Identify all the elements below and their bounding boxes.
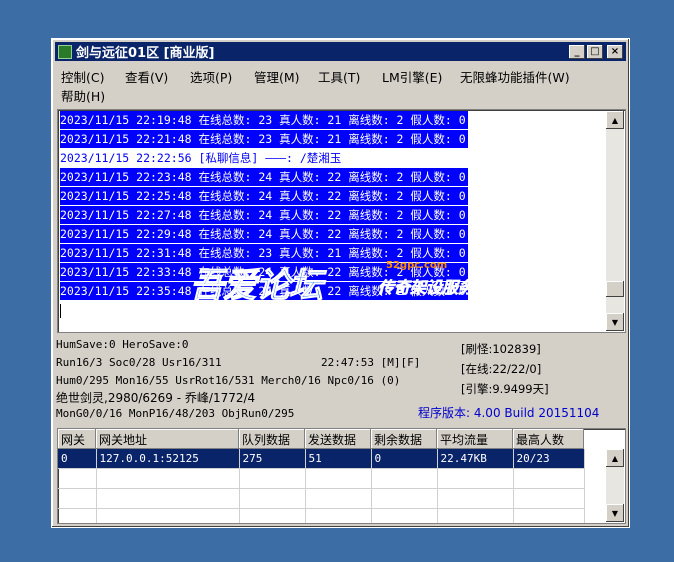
status-mon: MonG0/0/16 MonP16/48/203 ObjRun0/295 <box>56 407 295 420</box>
menu-bar: 控制(C) 查看(V) 选项(P) 管理(M) 工具(T) LM引擎(E) 无限… <box>55 63 626 105</box>
table-row-empty <box>58 468 585 489</box>
app-icon <box>58 44 72 59</box>
status-time: 22:47:53 [M][F] <box>321 356 421 369</box>
log-panel[interactable]: 2023/11/15 22:19:48 在线总数: 23 真人数: 21 离线数… <box>57 109 626 333</box>
col-gateway[interactable]: 网关 <box>58 429 96 449</box>
status-area: HumSave:0 HeroSave:0 Run16/3 Soc0/28 Usr… <box>56 335 627 425</box>
status-player: 绝世剑灵,2980/6269 - 乔峰/1772/4 <box>56 391 256 405</box>
maximize-button[interactable]: □ <box>587 44 603 59</box>
scroll-thumb[interactable] <box>606 281 624 297</box>
minimize-button[interactable]: _ <box>569 44 585 59</box>
cell-queue: 275 <box>239 449 306 469</box>
log-line: 2023/11/15 22:25:48 在线总数: 24 真人数: 22 离线数… <box>60 187 468 205</box>
menu-plugins[interactable]: 无限蜂功能插件(W) <box>460 67 570 86</box>
menu-control[interactable]: 控制(C) <box>61 67 104 86</box>
status-run: Run16/3 Soc0/28 Usr16/311 <box>56 356 222 369</box>
log-line: 2023/11/15 22:33:48 在线总数: 24 真人数: 22 离线数… <box>60 263 468 281</box>
main-window: 剑与远征01区 [商业版] _ □ × 控制(C) 查看(V) 选项(P) 管理… <box>51 38 630 528</box>
title-bar[interactable]: 剑与远征01区 [商业版] _ □ × <box>55 42 626 61</box>
menu-manage[interactable]: 管理(M) <box>254 67 300 86</box>
table-header-row: 网关 网关地址 队列数据 发送数据 剩余数据 平均流量 最高人数 <box>58 429 584 449</box>
col-avg-traffic[interactable]: 平均流量 <box>437 429 513 449</box>
window-title: 剑与远征01区 [商业版] <box>76 46 215 61</box>
status-save: HumSave:0 HeroSave:0 <box>56 338 189 351</box>
log-line: 2023/11/15 22:19:48 在线总数: 23 真人数: 21 离线数… <box>60 111 468 129</box>
log-line: 2023/11/15 22:31:48 在线总数: 23 真人数: 21 离线数… <box>60 244 468 262</box>
log-line: 2023/11/15 22:35:48 在线总数: 24 真人数: 22 离线数… <box>60 282 468 300</box>
table-row-empty <box>58 508 585 523</box>
engine-counter: [引擎:9.9499天] <box>461 382 549 396</box>
cell-remaining: 0 <box>371 449 438 469</box>
log-line-private-message: 2023/11/15 22:22:56 [私聊信息] ———: /楚湘玉 <box>60 149 344 167</box>
text-cursor <box>60 304 61 318</box>
gateway-table[interactable]: 网关 网关地址 队列数据 发送数据 剩余数据 平均流量 最高人数 0 127.0… <box>57 428 626 524</box>
log-line: 2023/11/15 22:29:48 在线总数: 24 真人数: 22 离线数… <box>60 225 468 243</box>
scroll-up-icon[interactable]: ▲ <box>606 111 624 129</box>
status-hum: Hum0/295 Mon16/55 UsrRot16/531 Merch0/16… <box>56 374 401 387</box>
cell-sent: 51 <box>305 449 372 469</box>
col-max-users[interactable]: 最高人数 <box>513 429 584 449</box>
table-scrollbar[interactable]: ▲ ▼ <box>606 449 624 522</box>
menu-help[interactable]: 帮助(H) <box>61 86 105 105</box>
log-line: 2023/11/15 22:21:48 在线总数: 23 真人数: 21 离线数… <box>60 130 468 148</box>
menu-view[interactable]: 查看(V) <box>125 67 168 86</box>
cell-address: 127.0.0.1:52125 <box>96 449 240 469</box>
online-counter: [在线:22/22/0] <box>461 362 542 376</box>
close-button[interactable]: × <box>607 44 623 59</box>
col-address[interactable]: 网关地址 <box>96 429 239 449</box>
log-line: 2023/11/15 22:23:48 在线总数: 24 真人数: 22 离线数… <box>60 168 468 186</box>
table-row[interactable]: 0 127.0.0.1:52125 275 51 0 22.47KB 20/23 <box>58 449 585 469</box>
scroll-up-icon[interactable]: ▲ <box>606 449 624 467</box>
cell-gateway: 0 <box>58 449 97 469</box>
col-remaining[interactable]: 剩余数据 <box>371 429 437 449</box>
col-queue[interactable]: 队列数据 <box>239 429 305 449</box>
log-scrollbar[interactable]: ▲ ▼ <box>606 111 624 331</box>
cell-max-users: 20/23 <box>513 449 585 469</box>
menu-lm-engine[interactable]: LM引擎(E) <box>382 67 442 86</box>
refresh-counter: [刷怪:102839] <box>461 342 541 356</box>
log-line: 2023/11/15 22:27:48 在线总数: 24 真人数: 22 离线数… <box>60 206 468 224</box>
cell-avg-traffic: 22.47KB <box>437 449 514 469</box>
version-label: 程序版本: 4.00 Build 20151104 <box>418 406 600 420</box>
col-sent[interactable]: 发送数据 <box>305 429 371 449</box>
scroll-down-icon[interactable]: ▼ <box>606 313 624 331</box>
menu-options[interactable]: 选项(P) <box>190 67 232 86</box>
menu-tools[interactable]: 工具(T) <box>318 67 360 86</box>
table-row-empty <box>58 488 585 509</box>
scroll-down-icon[interactable]: ▼ <box>606 504 624 522</box>
